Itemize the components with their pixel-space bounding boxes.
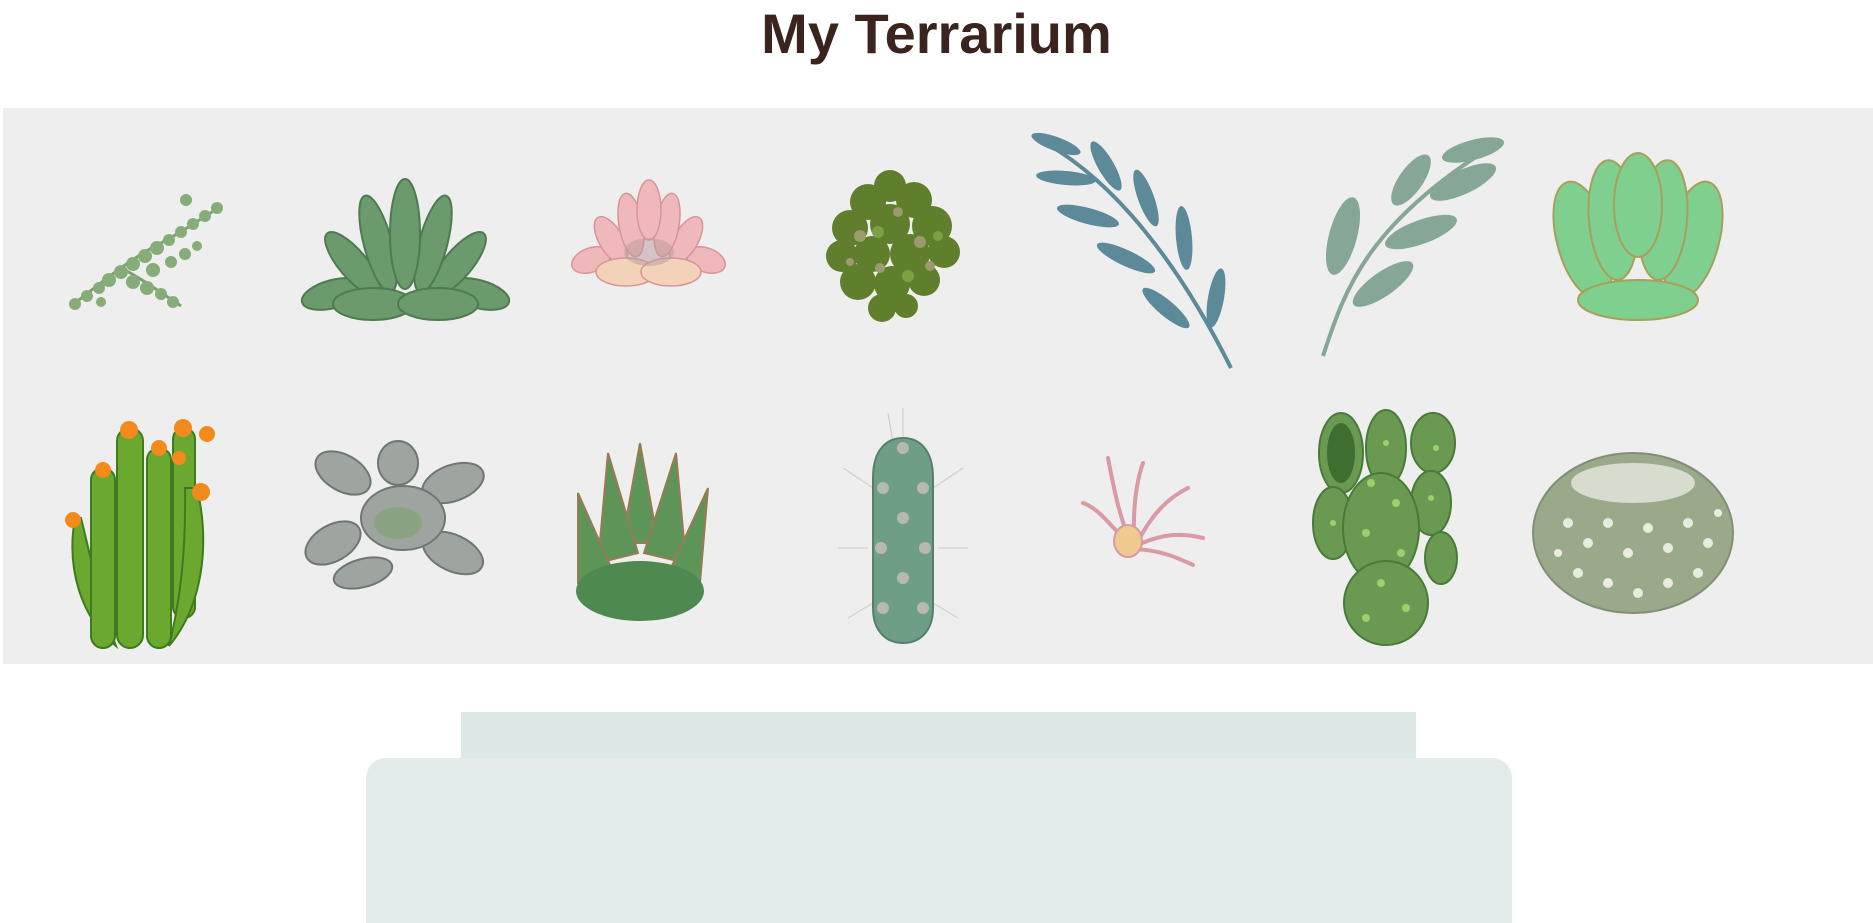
plant-flowering-finger-cactus[interactable]	[61, 408, 221, 653]
agave-succulent-icon	[576, 442, 709, 621]
page-title: My Terrarium	[761, 2, 1112, 65]
plant-eucalyptus-branch[interactable]	[1026, 128, 1241, 378]
plant-air-plant[interactable]	[1078, 453, 1208, 568]
columnar-cactus-icon	[838, 408, 968, 645]
plant-column-cactus[interactable]	[833, 408, 973, 648]
plant-tray	[3, 108, 1873, 664]
plant-jade-rosette[interactable]	[1552, 150, 1724, 330]
plant-echeveria-green[interactable]	[300, 174, 511, 334]
plant-olive-branch[interactable]	[1313, 136, 1505, 361]
ball-cactus-icon	[1532, 452, 1734, 614]
plant-pink-echeveria[interactable]	[571, 179, 726, 295]
plant-ball-cactus[interactable]	[1528, 443, 1738, 618]
terrarium-jar[interactable]	[366, 758, 1512, 923]
plant-agave[interactable]	[568, 433, 713, 623]
plant-grey-star-succulent[interactable]	[303, 440, 493, 593]
trailing-vine-plant-icon	[69, 194, 223, 310]
plant-moss-cluster[interactable]	[820, 166, 965, 326]
blue-branch-plant-icon	[1031, 132, 1233, 369]
prickly-pear-cactus-icon	[1312, 409, 1458, 646]
plant-string-of-pearls[interactable]	[61, 188, 226, 323]
grey-succulent-icon	[304, 440, 485, 590]
pink-succulent-icon	[571, 179, 726, 287]
leafy-cluster-plant-icon	[826, 170, 960, 322]
mint-succulent-icon	[1552, 152, 1724, 321]
terrarium-jar-lid	[461, 712, 1416, 758]
plant-prickly-pear-cactus[interactable]	[1311, 403, 1461, 648]
sage-branch-plant-icon	[1321, 137, 1505, 357]
orange-flower-cactus-icon	[65, 419, 215, 650]
air-plant-icon	[1081, 456, 1205, 567]
rosette-succulent-icon	[300, 178, 511, 321]
